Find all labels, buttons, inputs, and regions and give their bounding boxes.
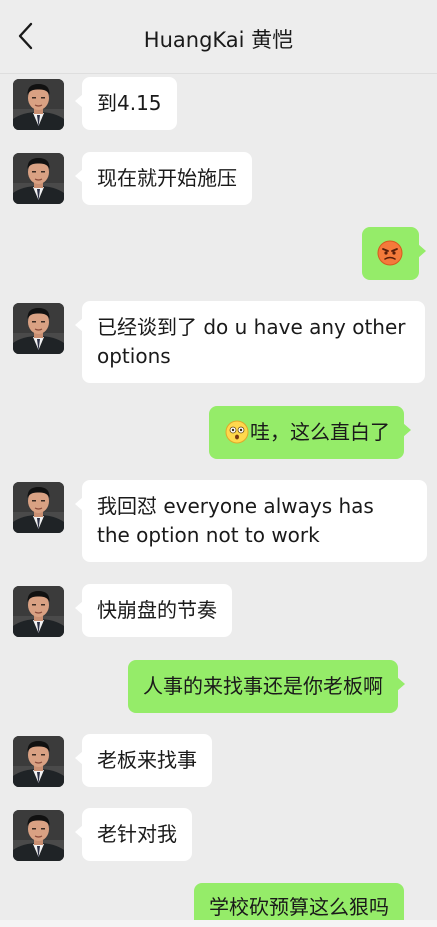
surprised-face-emoji: [225, 420, 249, 443]
message-bubble-outgoing[interactable]: 哇，这么直白了: [209, 406, 411, 459]
message-text: 现在就开始施压: [97, 166, 237, 190]
message-bubble-incoming[interactable]: 到4.15: [75, 77, 177, 130]
avatar[interactable]: [13, 736, 64, 787]
message-text: 我回怼 everyone always has the option not t…: [97, 494, 374, 547]
message-bubble-outgoing[interactable]: [362, 227, 426, 280]
message-text: 已经谈到了 do u have any other options: [97, 315, 406, 368]
avatar[interactable]: [13, 482, 64, 533]
message-bubble-incoming[interactable]: 现在就开始施压: [75, 152, 252, 205]
message-text: 快崩盘的节奏: [97, 598, 217, 622]
message-bubble-outgoing[interactable]: 人事的来找事还是你老板啊: [128, 660, 405, 713]
message-text: 老板来找事: [97, 748, 197, 772]
angry-face-emoji: [377, 240, 403, 266]
message-bubble-incoming[interactable]: 老针对我: [75, 808, 192, 861]
message-text: 人事的来找事还是你老板啊: [143, 674, 383, 698]
avatar[interactable]: [13, 586, 64, 637]
message-text: 学校砍预算这么狠吗: [209, 895, 389, 919]
message-bubble-incoming[interactable]: 老板来找事: [75, 734, 212, 787]
message-text: 到4.15: [97, 91, 162, 115]
message-bubble-incoming[interactable]: 已经谈到了 do u have any other options: [75, 301, 425, 383]
chat-header: HuangKai 黄恺: [0, 0, 437, 74]
avatar[interactable]: [13, 153, 64, 204]
chat-title: HuangKai 黄恺: [143, 28, 294, 52]
avatar[interactable]: [13, 810, 64, 861]
message-text: 老针对我: [97, 822, 177, 846]
message-bubble-outgoing[interactable]: 学校砍预算这么狠吗: [194, 883, 404, 920]
message-bubble-incoming[interactable]: 快崩盘的节奏: [75, 584, 232, 637]
avatar[interactable]: [13, 303, 64, 354]
avatar[interactable]: [13, 79, 64, 130]
bottom-edge: [0, 920, 437, 927]
message-text: 哇，这么直白了: [250, 420, 390, 444]
message-bubble-incoming[interactable]: 我回怼 everyone always has the option not t…: [75, 480, 427, 562]
